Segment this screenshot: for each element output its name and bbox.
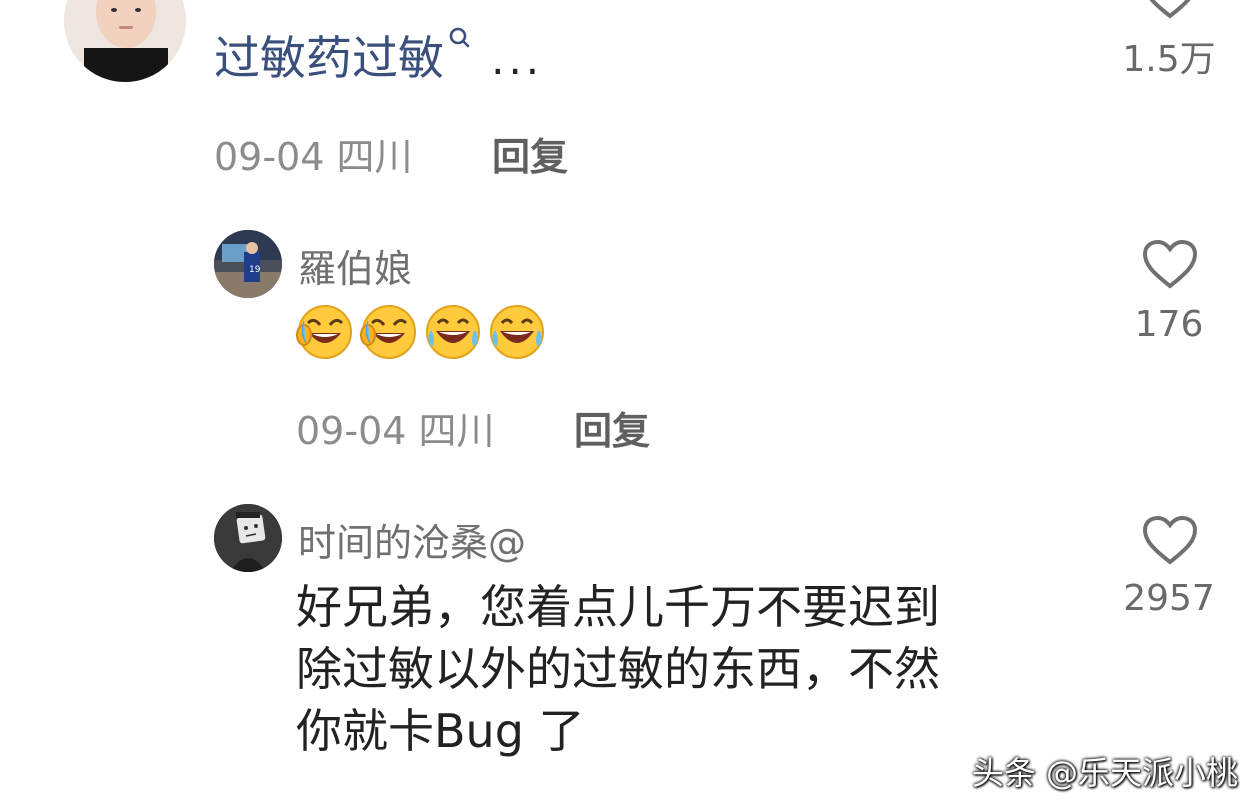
like-count: 2957: [1123, 578, 1215, 619]
like-count: 176: [1134, 304, 1204, 345]
top-comment-text: 过敏药过敏 ...: [214, 22, 543, 88]
avatar-reply-1[interactable]: 19: [214, 230, 282, 298]
tears-of-joy-emoji: [490, 305, 544, 359]
heart-icon[interactable]: [1142, 0, 1198, 20]
heart-icon[interactable]: [1142, 240, 1198, 290]
like-count: 1.5万: [1122, 39, 1216, 80]
avatar-reply-2[interactable]: [214, 504, 282, 572]
search-link[interactable]: 过敏药过敏: [214, 31, 444, 85]
laugh-cry-emoji: [296, 305, 352, 359]
username[interactable]: 羅伯娘: [298, 238, 412, 293]
heart-icon[interactable]: [1142, 516, 1198, 566]
username[interactable]: 时间的沧桑@: [298, 512, 526, 567]
reply-date: 09-04 四川: [296, 409, 495, 453]
reply-button[interactable]: 回复: [492, 126, 568, 181]
laugh-cry-emoji: [360, 305, 416, 359]
reply-button[interactable]: 回复: [574, 400, 650, 455]
avatar-top-comment[interactable]: [64, 0, 186, 82]
svg-text:19: 19: [249, 265, 261, 275]
watermark: 头条 @乐天派小桃: [971, 754, 1238, 792]
comment-body: 好兄弟，您着点儿千万不要迟到 除过敏以外的过敏的东西，不然 你就卡Bug 了: [296, 576, 1096, 762]
ellipsis: ...: [491, 35, 544, 84]
top-comment-date: 09-04 四川: [214, 135, 413, 179]
tears-of-joy-emoji: [426, 305, 480, 359]
search-icon[interactable]: [448, 26, 472, 52]
comment-line: 除过敏以外的过敏的东西，不然: [296, 642, 940, 696]
comment-line: 好兄弟，您着点儿千万不要迟到: [296, 580, 940, 634]
